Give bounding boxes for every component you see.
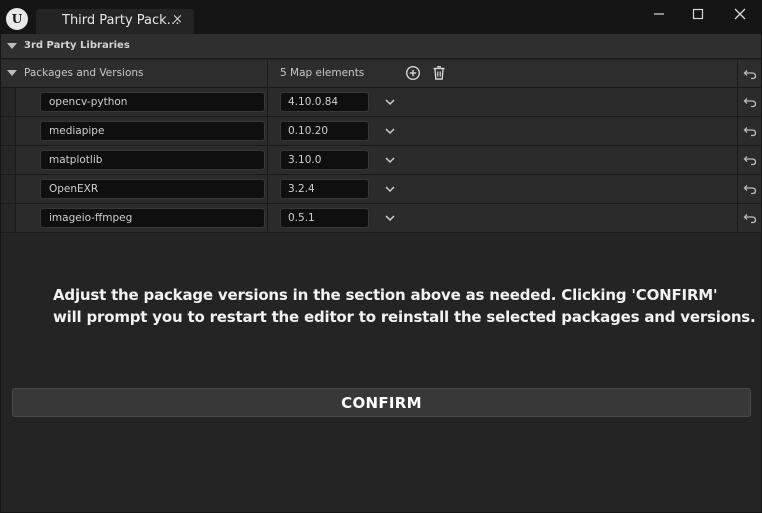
minimize-button[interactable] bbox=[647, 4, 671, 24]
package-version-input[interactable]: 0.5.1 bbox=[280, 208, 369, 228]
reset-column-divider bbox=[737, 60, 738, 87]
column-divider[interactable] bbox=[267, 88, 268, 116]
row-handle[interactable] bbox=[1, 175, 16, 203]
package-version-input[interactable]: 3.2.4 bbox=[280, 179, 369, 199]
map-entry-row: matplotlib 3.10.0 bbox=[1, 146, 761, 174]
package-name-input[interactable]: OpenEXR bbox=[40, 179, 265, 199]
package-version-input[interactable]: 4.10.0.84 bbox=[280, 92, 369, 112]
map-entry-row: OpenEXR 3.2.4 bbox=[1, 175, 761, 203]
row-handle[interactable] bbox=[1, 88, 16, 116]
row-handle[interactable] bbox=[1, 204, 16, 232]
tab-close-icon[interactable]: × bbox=[172, 12, 183, 27]
map-entry-row: mediapipe 0.10.20 bbox=[1, 117, 761, 145]
map-entry-row: imageio-ffmpeg 0.5.1 bbox=[1, 204, 761, 232]
reset-column-divider bbox=[737, 88, 738, 116]
unreal-logo-icon: U bbox=[6, 8, 28, 30]
reset-arrow-icon[interactable] bbox=[743, 211, 757, 225]
package-name-input[interactable]: imageio-ffmpeg bbox=[40, 208, 265, 228]
row-handle[interactable] bbox=[1, 117, 16, 145]
chevron-down-icon[interactable] bbox=[383, 95, 397, 109]
map-element-count: 5 Map elements bbox=[280, 67, 365, 79]
column-divider[interactable] bbox=[267, 204, 268, 232]
package-version-input[interactable]: 3.10.0 bbox=[280, 150, 369, 170]
section-title: 3rd Party Libraries bbox=[24, 40, 130, 51]
reset-arrow-icon[interactable] bbox=[743, 124, 757, 138]
reset-arrow-icon[interactable] bbox=[743, 153, 757, 167]
confirm-button[interactable]: CONFIRM bbox=[12, 388, 751, 417]
packages-map-property: Packages and Versions 5 Map elements ope… bbox=[1, 60, 761, 233]
title-bar: U Third Party Pack… × bbox=[0, 0, 762, 34]
expand-arrow-icon[interactable] bbox=[7, 70, 17, 76]
reset-column-divider bbox=[737, 204, 738, 232]
reset-column-divider bbox=[737, 175, 738, 203]
chevron-down-icon[interactable] bbox=[383, 211, 397, 225]
package-version-input[interactable]: 0.10.20 bbox=[280, 121, 369, 141]
column-divider[interactable] bbox=[267, 175, 268, 203]
section-header[interactable]: 3rd Party Libraries bbox=[1, 34, 761, 59]
trash-icon[interactable] bbox=[431, 65, 447, 81]
reset-column-divider bbox=[737, 146, 738, 174]
close-window-button[interactable] bbox=[728, 4, 752, 24]
reset-column-divider bbox=[737, 117, 738, 145]
instruction-line: Adjust the package versions in the secti… bbox=[53, 286, 718, 304]
close-icon bbox=[734, 8, 746, 20]
reset-arrow-icon[interactable] bbox=[743, 182, 757, 196]
instruction-line: will prompt you to restart the editor to… bbox=[53, 308, 756, 326]
map-entry-row: opencv-python 4.10.0.84 bbox=[1, 88, 761, 116]
reset-arrow-icon[interactable] bbox=[743, 95, 757, 109]
package-name-input[interactable]: matplotlib bbox=[40, 150, 265, 170]
window-tab[interactable]: Third Party Pack… × bbox=[36, 9, 194, 34]
maximize-button[interactable] bbox=[686, 4, 710, 24]
collapse-arrow-icon[interactable] bbox=[7, 43, 17, 49]
row-handle[interactable] bbox=[1, 146, 16, 174]
map-header-row: Packages and Versions 5 Map elements bbox=[1, 60, 761, 87]
minimize-icon bbox=[654, 13, 664, 15]
instruction-message: Adjust the package versions in the secti… bbox=[53, 284, 756, 328]
column-divider[interactable] bbox=[267, 146, 268, 174]
column-divider[interactable] bbox=[267, 117, 268, 145]
map-property-label: Packages and Versions bbox=[24, 67, 144, 79]
editor-panel: 3rd Party Libraries Packages and Version… bbox=[1, 34, 761, 512]
column-divider[interactable] bbox=[267, 60, 268, 87]
maximize-icon bbox=[692, 8, 704, 20]
reset-arrow-icon[interactable] bbox=[743, 67, 757, 81]
package-name-input[interactable]: opencv-python bbox=[40, 92, 265, 112]
tab-title: Third Party Pack… bbox=[62, 13, 180, 28]
chevron-down-icon[interactable] bbox=[383, 124, 397, 138]
plus-circle-icon[interactable] bbox=[405, 65, 421, 81]
chevron-down-icon[interactable] bbox=[383, 182, 397, 196]
package-name-input[interactable]: mediapipe bbox=[40, 121, 265, 141]
chevron-down-icon[interactable] bbox=[383, 153, 397, 167]
